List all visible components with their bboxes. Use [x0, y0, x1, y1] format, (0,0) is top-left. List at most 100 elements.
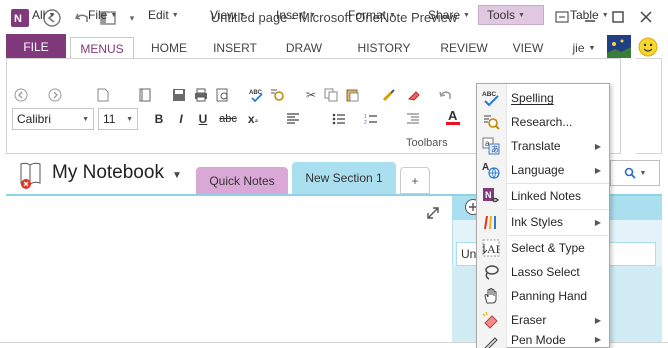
- research-small-icon[interactable]: [268, 86, 286, 104]
- clear-format-icon[interactable]: [404, 86, 422, 104]
- align-icon[interactable]: [284, 110, 302, 128]
- menu-share[interactable]: Share ▼: [428, 8, 470, 22]
- underline-button[interactable]: U: [194, 110, 212, 128]
- expand-icon[interactable]: [426, 206, 442, 222]
- menu-view[interactable]: View ▼: [210, 8, 246, 22]
- menu-format[interactable]: Format ▼: [348, 8, 396, 22]
- menu-edit[interactable]: Edit ▼: [148, 8, 179, 22]
- italic-button[interactable]: I: [172, 110, 190, 128]
- notebook-name[interactable]: My Notebook: [52, 162, 164, 184]
- menu-item-label: Pen Mode: [511, 333, 566, 347]
- menu-edit-label: Edit: [148, 8, 169, 22]
- menu-insert[interactable]: Insert ▼: [276, 8, 316, 22]
- eraser-icon: [481, 310, 501, 330]
- toolbars-group-label: Toolbars: [406, 137, 448, 149]
- back-arrow-icon[interactable]: [12, 86, 30, 104]
- cut-icon[interactable]: ✂: [302, 86, 320, 104]
- menu-item-lasso-select[interactable]: Lasso Select: [477, 260, 609, 284]
- chevron-down-icon: ▼: [238, 11, 246, 19]
- menu-all-label: All: [32, 8, 46, 22]
- forward-arrow-icon[interactable]: [46, 86, 64, 104]
- tab-history[interactable]: HISTORY: [350, 37, 418, 59]
- bold-button[interactable]: B: [150, 110, 168, 128]
- font-size-select[interactable]: 11 ▼: [98, 108, 138, 130]
- tab-view[interactable]: VIEW: [502, 37, 554, 59]
- indent-icon[interactable]: [404, 110, 422, 128]
- menu-item-linked-notes[interactable]: N Linked Notes: [477, 184, 609, 208]
- menu-file[interactable]: File ▼: [88, 8, 117, 22]
- svg-text:A: A: [448, 108, 458, 123]
- menu-item-pen-mode[interactable]: Pen Mode ▶: [477, 332, 609, 348]
- close-icon[interactable]: [632, 6, 660, 28]
- paste-icon[interactable]: [344, 86, 362, 104]
- menu-table-label: Table: [570, 8, 599, 22]
- search-box[interactable]: ▼: [610, 160, 660, 186]
- menu-table[interactable]: Table ▼: [570, 8, 609, 22]
- hand-icon: [481, 286, 501, 306]
- menu-share-label: Share: [428, 8, 461, 22]
- font-name-value: Calibri: [17, 112, 52, 126]
- new-page-icon[interactable]: [94, 86, 112, 104]
- menu-item-panning-hand[interactable]: Panning Hand: [477, 284, 609, 308]
- numbering-icon[interactable]: 12: [362, 110, 380, 128]
- menu-item-label: Language: [511, 163, 565, 177]
- menu-item-label: Translate: [511, 139, 561, 153]
- chevron-down-icon: ▼: [588, 44, 596, 52]
- save-icon[interactable]: [170, 86, 188, 104]
- ink-styles-icon: [481, 212, 501, 232]
- chevron-down-icon: ▼: [110, 11, 118, 19]
- print-preview-icon[interactable]: [214, 86, 232, 104]
- svg-text:A: A: [482, 162, 489, 173]
- submenu-arrow-icon: ▶: [594, 217, 601, 227]
- chevron-down-icon: ▼: [309, 11, 316, 19]
- menu-item-spelling[interactable]: ABC Spelling: [477, 86, 609, 110]
- tab-insert[interactable]: INSERT: [204, 37, 266, 59]
- chevron-down-icon: ▼: [171, 11, 179, 19]
- menu-item-label: Linked Notes: [511, 189, 582, 203]
- subscript-button[interactable]: x₂: [244, 110, 262, 128]
- svg-text:ABC: ABC: [482, 91, 496, 98]
- tab-review[interactable]: REVIEW: [434, 37, 494, 59]
- section-tab-quick-notes[interactable]: Quick Notes: [196, 167, 288, 194]
- undo-toolbar-icon[interactable]: [436, 86, 454, 104]
- svg-text:あ: あ: [491, 145, 499, 154]
- strikethrough-button[interactable]: abc: [216, 110, 240, 128]
- menu-item-label: Research...: [511, 115, 573, 129]
- format-painter-icon[interactable]: [380, 86, 398, 104]
- notebook-dropdown-icon[interactable]: ▼: [172, 170, 182, 181]
- font-size-value: 11: [103, 112, 116, 126]
- font-color-icon[interactable]: A: [444, 108, 462, 126]
- user-name[interactable]: jie ▼: [566, 37, 602, 59]
- menu-tools[interactable]: Tools ▼: [478, 5, 544, 25]
- menu-format-label: Format: [348, 8, 387, 22]
- menu-all[interactable]: All ▼: [32, 8, 55, 22]
- menu-item-translate[interactable]: aあ Translate ▶: [477, 134, 609, 158]
- chevron-down-icon: ▼: [463, 11, 470, 19]
- menu-item-eraser[interactable]: Eraser ▶: [477, 308, 609, 332]
- section-tab-new-section-1[interactable]: New Section 1: [292, 162, 396, 194]
- copy-icon[interactable]: [322, 86, 340, 104]
- tab-file[interactable]: FILE: [6, 34, 66, 59]
- font-name-select[interactable]: Calibri ▼: [12, 108, 94, 130]
- menu-item-ink-styles[interactable]: Ink Styles ▶: [477, 210, 609, 234]
- spelling-check-icon[interactable]: ABC: [248, 86, 266, 104]
- add-section-button[interactable]: +: [400, 167, 430, 194]
- menu-item-label: Select & Type: [511, 241, 585, 255]
- svg-text:2: 2: [364, 120, 367, 125]
- menu-item-language[interactable]: A Language ▶: [477, 158, 609, 182]
- svg-text:AI: AI: [487, 242, 500, 256]
- chevron-down-icon: ▼: [82, 115, 89, 123]
- linked-notes-icon: N: [481, 186, 501, 206]
- avatar[interactable]: [607, 35, 631, 59]
- print-icon[interactable]: [192, 86, 210, 104]
- tab-draw[interactable]: DRAW: [274, 37, 334, 59]
- bullets-icon[interactable]: [330, 110, 348, 128]
- menu-item-research[interactable]: Research...: [477, 110, 609, 134]
- tab-home[interactable]: HOME: [140, 37, 198, 59]
- notebook-icon[interactable]: [18, 160, 44, 190]
- menu-item-select-type[interactable]: AI Select & Type: [477, 236, 609, 260]
- search-icon: [624, 167, 636, 179]
- smiley-icon[interactable]: [638, 37, 658, 57]
- menu-item-label: Lasso Select: [511, 265, 580, 279]
- notebook-icon[interactable]: [136, 86, 154, 104]
